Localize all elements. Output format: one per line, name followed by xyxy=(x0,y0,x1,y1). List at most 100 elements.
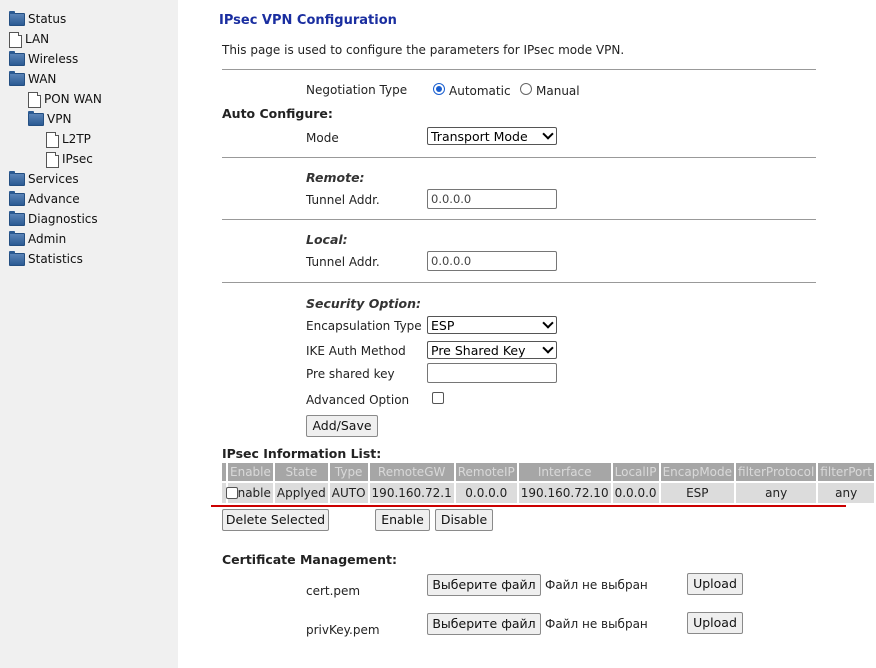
remote-tunnel-label: Tunnel Addr. xyxy=(306,193,380,207)
encapsulation-select-value: ESP xyxy=(431,318,455,333)
table-header-cell: filterProtocol xyxy=(736,463,817,481)
enable-button[interactable]: Enable xyxy=(375,509,430,531)
table-cell: 0.0.0.0 xyxy=(612,483,659,503)
row-select-checkbox[interactable] xyxy=(226,487,238,499)
sidebar-item-label: Admin xyxy=(28,232,67,246)
sidebar-item-pon-wan[interactable]: PON WAN xyxy=(28,90,102,108)
remote-tunnel-input[interactable]: 0.0.0.0 xyxy=(427,189,557,209)
sidebar-item-lan[interactable]: LAN xyxy=(9,30,49,48)
privkey-pem-label: privKey.pem xyxy=(306,623,380,637)
sidebar-item-diagnostics[interactable]: Diagnostics xyxy=(9,210,98,228)
table-header-cell xyxy=(222,463,226,481)
table-header-cell: LocalIP xyxy=(612,463,659,481)
folder-icon xyxy=(9,71,25,86)
folder-icon xyxy=(9,191,25,206)
local-heading: Local: xyxy=(306,232,348,247)
auto-configure-heading: Auto Configure: xyxy=(222,106,333,121)
local-tunnel-input[interactable]: 0.0.0.0 xyxy=(427,251,557,271)
delete-selected-button[interactable]: Delete Selected xyxy=(222,509,329,531)
table-header-cell: Interface xyxy=(518,463,611,481)
table-cell: AUTO xyxy=(329,483,368,503)
add-save-button[interactable]: Add/Save xyxy=(306,415,378,437)
table-header-cell: RemoteIP xyxy=(455,463,517,481)
pre-shared-key-label: Pre shared key xyxy=(306,367,395,381)
sidebar-item-wireless[interactable]: Wireless xyxy=(9,50,78,68)
document-icon xyxy=(9,31,22,48)
table-header-cell: RemoteGW xyxy=(369,463,454,481)
sidebar-item-advance[interactable]: Advance xyxy=(9,190,80,208)
table-cell: 190.160.72.1 xyxy=(369,483,454,503)
folder-icon xyxy=(9,231,25,246)
sidebar-item-label: VPN xyxy=(47,112,72,126)
table-header-cell: Enable xyxy=(228,463,273,481)
negotiation-type-label: Negotiation Type xyxy=(306,83,408,97)
sidebar-item-label: L2TP xyxy=(62,132,91,146)
negotiation-automatic-radio[interactable] xyxy=(433,83,445,95)
ike-auth-method-label: IKE Auth Method xyxy=(306,344,406,358)
table-cell: Applyed xyxy=(274,483,328,503)
table-cell: 0.0.0.0 xyxy=(455,483,517,503)
choose-cert-file-button[interactable]: Выберите файл xyxy=(427,574,541,596)
remote-heading: Remote: xyxy=(306,170,365,185)
upload-key-button[interactable]: Upload xyxy=(687,612,743,634)
sidebar-item-l2tp[interactable]: L2TP xyxy=(46,130,91,148)
ike-auth-method-select[interactable]: Pre Shared Key xyxy=(427,341,557,359)
sidebar-item-ipsec[interactable]: IPsec xyxy=(46,150,93,168)
disable-button[interactable]: Disable xyxy=(435,509,493,531)
encapsulation-type-label: Encapsulation Type xyxy=(306,319,422,333)
sidebar-item-admin[interactable]: Admin xyxy=(9,230,66,248)
key-no-file-text: Файл не выбран xyxy=(545,617,648,631)
table-cell: ESP xyxy=(660,483,735,503)
row-select-cell xyxy=(222,483,238,503)
upload-cert-button[interactable]: Upload xyxy=(687,573,743,595)
document-icon xyxy=(28,91,41,108)
sidebar-item-label: Wireless xyxy=(28,52,79,66)
mode-select[interactable]: Transport Mode xyxy=(427,127,557,145)
divider xyxy=(222,69,816,70)
table-cell: any xyxy=(736,483,817,503)
sidebar-item-label: LAN xyxy=(25,32,50,46)
sidebar-item-label: WAN xyxy=(28,72,57,86)
pre-shared-key-input[interactable] xyxy=(427,363,557,383)
folder-icon xyxy=(9,171,25,186)
ike-auth-select-value: Pre Shared Key xyxy=(431,343,526,358)
mode-label: Mode xyxy=(306,131,339,145)
table-row: Enable Applyed AUTO 190.160.72.1 0.0.0.0… xyxy=(222,483,874,503)
sidebar-item-label: PON WAN xyxy=(44,92,102,106)
chevron-down-icon xyxy=(542,128,554,140)
sidebar-item-label: Advance xyxy=(28,192,80,206)
sidebar-item-status[interactable]: Status xyxy=(9,10,66,28)
sidebar-item-wan[interactable]: WAN xyxy=(9,70,56,88)
sidebar-item-label: Status xyxy=(28,12,67,26)
sidebar-item-label: Services xyxy=(28,172,79,186)
mode-select-value: Transport Mode xyxy=(431,129,528,144)
sidebar-item-statistics[interactable]: Statistics xyxy=(9,250,83,268)
cert-no-file-text: Файл не выбран xyxy=(545,578,648,592)
sidebar-item-label: IPsec xyxy=(62,152,93,166)
sidebar-item-services[interactable]: Services xyxy=(9,170,79,188)
folder-icon xyxy=(9,11,25,26)
advanced-option-checkbox[interactable] xyxy=(432,392,444,404)
divider xyxy=(222,219,816,220)
table-header-cell: EncapMode xyxy=(660,463,735,481)
page-title: IPsec VPN Configuration xyxy=(219,13,397,28)
chevron-down-icon xyxy=(542,342,554,354)
negotiation-manual-radio[interactable] xyxy=(520,83,532,95)
folder-icon xyxy=(28,111,44,126)
encapsulation-type-select[interactable]: ESP xyxy=(427,316,557,334)
cert-pem-label: cert.pem xyxy=(306,584,361,598)
table-header-cell: Type xyxy=(329,463,368,481)
ipsec-info-table: Enable State Type RemoteGW RemoteIP Inte… xyxy=(220,461,876,505)
divider xyxy=(222,282,816,283)
table-header-cell: filterPort xyxy=(818,463,874,481)
table-header-row: Enable State Type RemoteGW RemoteIP Inte… xyxy=(222,463,874,481)
document-icon xyxy=(46,131,59,148)
ipsec-info-list-heading: IPsec Information List: xyxy=(222,446,382,461)
table-header-cell: State xyxy=(274,463,328,481)
main-content: IPsec VPN Configuration This page is use… xyxy=(178,0,876,668)
sidebar-item-vpn[interactable]: VPN xyxy=(28,110,71,128)
choose-key-file-button[interactable]: Выберите файл xyxy=(427,613,541,635)
sidebar-item-label: Diagnostics xyxy=(28,212,98,226)
table-cell: any xyxy=(818,483,874,503)
chevron-down-icon xyxy=(542,317,554,329)
